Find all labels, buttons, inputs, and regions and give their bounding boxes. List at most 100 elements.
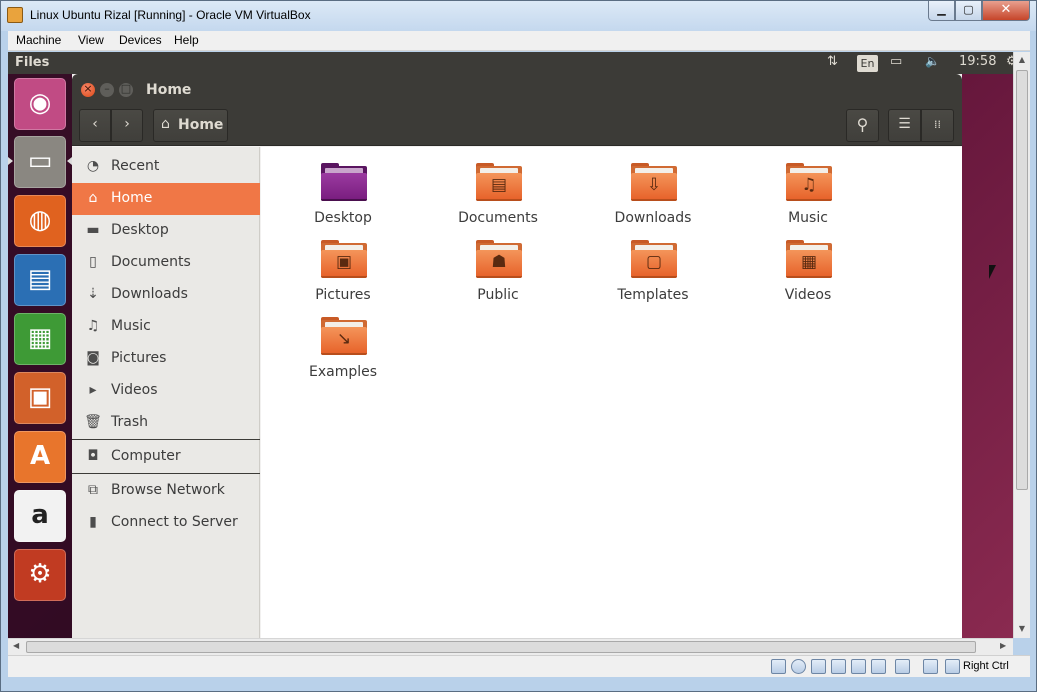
videos-folder-icon: ▦ — [786, 240, 832, 278]
window-minimize-button[interactable]: – — [100, 82, 114, 97]
sidebar-item-label: Videos — [111, 382, 158, 398]
scroll-up-icon[interactable]: ▲ — [1014, 55, 1030, 64]
launcher-impress[interactable]: ▣ — [14, 372, 66, 424]
sidebar-item-browse-network[interactable]: ⧉ Browse Network — [72, 475, 260, 507]
network-status-icon[interactable] — [871, 659, 886, 674]
shared-folders-status-icon[interactable] — [831, 659, 846, 674]
usb-status-icon[interactable] — [811, 659, 826, 674]
writer-icon: ▤ — [27, 264, 53, 294]
sidebar-item-home[interactable]: ⌂ Home — [72, 183, 260, 215]
file-item-pictures[interactable]: ▣ Pictures — [278, 238, 408, 308]
window-maximize-button[interactable]: □ — [119, 82, 133, 97]
sidebar-item-trash[interactable]: 🗑 Trash — [72, 407, 260, 439]
music-icon: ♫ — [86, 318, 100, 334]
host-minimize-button[interactable]: ▁ — [928, 1, 955, 21]
maximize-icon: □ — [120, 82, 132, 95]
power-icon[interactable]: ⚙ — [1006, 54, 1013, 69]
scroll-left-icon[interactable]: ◀ — [13, 641, 19, 650]
forward-button[interactable]: › — [111, 109, 143, 142]
calc-icon: ▦ — [27, 323, 53, 353]
volume-icon[interactable]: 🔈 — [925, 54, 940, 68]
clock[interactable]: 19:58 — [959, 54, 996, 69]
menu-devices[interactable]: Devices — [119, 33, 162, 47]
sidebar-item-computer[interactable]: ◘ Computer — [72, 441, 260, 473]
downloads-folder-icon: ⇩ — [631, 163, 677, 201]
menu-help[interactable]: Help — [174, 33, 199, 47]
launcher-writer[interactable]: ▤ — [14, 254, 66, 306]
host-key-label: Right Ctrl — [963, 660, 1009, 672]
sidebar-item-connect-to-server[interactable]: ▮ Connect to Server — [72, 507, 260, 539]
launcher-firefox[interactable]: ◍ — [14, 195, 66, 247]
sidebar-item-pictures[interactable]: ◙ Pictures — [72, 343, 260, 375]
virtualbox-window: Linux Ubuntu Rizal [Running] - Oracle VM… — [0, 0, 1037, 692]
file-item-label: Music — [788, 210, 828, 226]
scroll-right-icon[interactable]: ▶ — [1000, 641, 1006, 650]
host-close-button[interactable]: ✕ — [982, 1, 1030, 21]
launcher-files[interactable]: ▭ — [14, 136, 66, 188]
sidebar-item-documents[interactable]: ▯ Documents — [72, 247, 260, 279]
launcher-calc[interactable]: ▦ — [14, 313, 66, 365]
vertical-scroll-thumb[interactable] — [1016, 70, 1028, 490]
file-item-examples[interactable]: ↘ Examples — [278, 315, 408, 385]
search-button[interactable]: ⚲ — [846, 109, 879, 142]
mouse-pointer-icon — [989, 265, 996, 279]
scroll-down-icon[interactable]: ▼ — [1014, 624, 1030, 633]
menu-view[interactable]: View — [78, 33, 104, 47]
launcher-software-center[interactable]: A — [14, 431, 66, 483]
guest-screen: Files ⇅ En ▭ 🔈 19:58 ⚙ ◉ ▭ ◍ ▤ ▦ ▣ A a ⚙… — [8, 52, 1013, 638]
close-icon: ✕ — [1000, 2, 1012, 17]
virtualization-status-icon[interactable] — [923, 659, 938, 674]
video-capture-status-icon[interactable] — [895, 659, 910, 674]
file-item-desktop[interactable]: Desktop — [278, 161, 408, 231]
templates-folder-icon: ▢ — [631, 240, 677, 278]
breadcrumb-home[interactable]: ⌂ Home — [153, 109, 228, 142]
vertical-scrollbar[interactable]: ▲ ▼ — [1013, 52, 1030, 638]
window-close-button[interactable]: × — [81, 82, 95, 97]
sidebar-item-desktop[interactable]: ▬ Desktop — [72, 215, 260, 247]
launcher-ubuntu-dash[interactable]: ◉ — [14, 78, 66, 130]
sidebar-item-label: Connect to Server — [111, 514, 238, 530]
back-button[interactable]: ‹ — [79, 109, 111, 142]
host-maximize-button[interactable]: ▢ — [955, 1, 982, 21]
sidebar-item-videos[interactable]: ▸ Videos — [72, 375, 260, 407]
file-cabinet-icon: ▭ — [27, 146, 53, 176]
mouse-integration-status-icon[interactable] — [945, 659, 960, 674]
sidebar-item-recent[interactable]: ◔ Recent — [72, 151, 260, 183]
harddisk-status-icon[interactable] — [771, 659, 786, 674]
file-item-videos[interactable]: ▦ Videos — [743, 238, 873, 308]
file-item-documents[interactable]: ▤ Documents — [433, 161, 563, 231]
file-item-templates[interactable]: ▢ Templates — [588, 238, 718, 308]
sidebar-divider — [72, 473, 260, 474]
optical-drive-status-icon[interactable] — [791, 659, 806, 674]
files-toolbar: ‹ › ⌂ Home ⚲ ☰ ⁞⁞ — [72, 106, 962, 146]
keyboard-layout-indicator[interactable]: En — [857, 55, 878, 72]
desktop-folder-icon — [321, 163, 367, 201]
grid-view-button[interactable]: ⁞⁞ — [921, 109, 954, 142]
horizontal-scroll-thumb[interactable] — [26, 641, 976, 653]
desktop-folder-icon: ▬ — [86, 222, 100, 238]
launcher-system-settings[interactable]: ⚙ — [14, 549, 66, 601]
display-status-icon[interactable] — [851, 659, 866, 674]
launcher-amazon[interactable]: a — [14, 490, 66, 542]
file-item-label: Desktop — [314, 210, 372, 226]
menu-machine[interactable]: Machine — [16, 33, 61, 47]
file-item-music[interactable]: ♫ Music — [743, 161, 873, 231]
battery-icon[interactable]: ▭ — [890, 54, 902, 69]
file-item-public[interactable]: ☗ Public — [433, 238, 563, 308]
host-statusbar: Right Ctrl — [8, 655, 1030, 677]
horizontal-scrollbar[interactable]: ◀ ▶ — [8, 638, 1013, 655]
file-item-label: Videos — [784, 287, 832, 303]
running-indicator — [8, 157, 13, 165]
maximize-icon: ▢ — [963, 3, 974, 16]
close-icon: × — [83, 82, 93, 95]
sidebar-item-downloads[interactable]: ⇣ Downloads — [72, 279, 260, 311]
network-icon[interactable]: ⇅ — [827, 54, 838, 69]
file-item-downloads[interactable]: ⇩ Downloads — [588, 161, 718, 231]
home-icon: ⌂ — [88, 190, 98, 206]
unity-launcher: ◉ ▭ ◍ ▤ ▦ ▣ A a ⚙ — [8, 74, 72, 638]
sidebar-item-music[interactable]: ♫ Music — [72, 311, 260, 343]
host-titlebar: Linux Ubuntu Rizal [Running] - Oracle VM… — [1, 1, 1036, 31]
list-view-button[interactable]: ☰ — [888, 109, 921, 142]
files-titlebar: × – □ Home — [72, 74, 962, 106]
files-window: × – □ Home ‹ › ⌂ Home ⚲ ☰ ⁞⁞ ◔ Recent ⌂ … — [72, 74, 962, 638]
